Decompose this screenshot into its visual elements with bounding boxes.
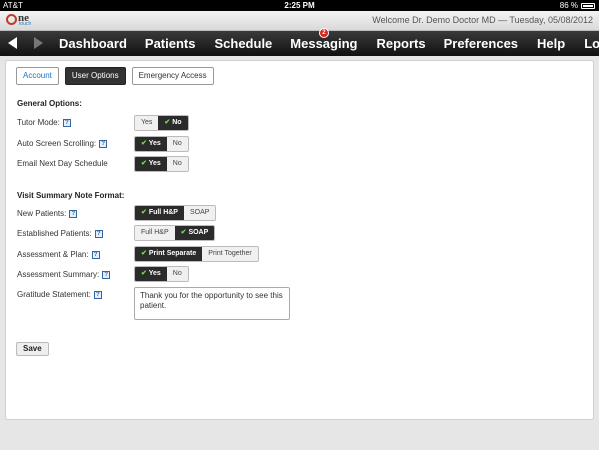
auto-scroll-yes-option[interactable]: Yes	[135, 137, 167, 151]
nav-messaging-label: Messaging	[290, 36, 358, 51]
print-separate-option[interactable]: Print Separate	[135, 247, 203, 261]
save-button[interactable]: Save	[16, 342, 49, 356]
email-no-option[interactable]: No	[166, 157, 188, 171]
nav-help[interactable]: Help	[537, 36, 565, 51]
established-patients-label: Established Patients: ?	[17, 229, 103, 238]
messaging-badge: 2	[318, 28, 329, 38]
battery-icon	[581, 2, 595, 9]
email-schedule-text: Email Next Day Schedule	[17, 159, 108, 168]
gratitude-statement-input[interactable]: Thank you for the opportunity to see thi…	[134, 287, 290, 320]
assessment-plan-text: Assessment & Plan:	[17, 250, 89, 259]
tutor-no-option[interactable]: No	[158, 116, 188, 130]
assessment-summary-text: Assessment Summary:	[17, 270, 100, 279]
nav-schedule[interactable]: Schedule	[214, 36, 272, 51]
assessment-plan-toggle: Print Separate Print Together	[134, 246, 259, 262]
gratitude-statement-text: Gratitude Statement:	[17, 290, 91, 299]
tab-emergency-access[interactable]: Emergency Access	[131, 67, 214, 85]
app-header: ne touch Welcome Dr. Demo Doctor MD — Tu…	[0, 11, 599, 31]
content-panel: Account User Options Emergency Access Ge…	[5, 60, 594, 420]
tab-account[interactable]: Account	[16, 67, 59, 85]
email-schedule-label: Email Next Day Schedule	[17, 159, 108, 168]
nav-logout[interactable]: Logout	[584, 36, 599, 51]
back-arrow-icon[interactable]	[8, 37, 17, 49]
visit-summary-title: Visit Summary Note Format:	[17, 191, 125, 200]
app-logo[interactable]: ne touch	[5, 12, 45, 30]
nav-dashboard[interactable]: Dashboard	[59, 36, 127, 51]
nav-preferences[interactable]: Preferences	[444, 36, 518, 51]
email-schedule-toggle: Yes No	[134, 156, 189, 172]
nav-patients[interactable]: Patients	[145, 36, 196, 51]
clock: 2:25 PM	[284, 1, 315, 10]
tutor-mode-label: Tutor Mode: ?	[17, 118, 71, 127]
new-patients-text: New Patients:	[17, 209, 67, 218]
new-soap-option[interactable]: SOAP	[183, 206, 216, 220]
logo-ring-icon	[6, 14, 17, 25]
help-icon[interactable]: ?	[69, 209, 78, 218]
help-icon[interactable]: ?	[94, 229, 103, 238]
established-soap-option[interactable]: SOAP	[174, 226, 215, 240]
status-bar: AT&T 2:25 PM 86 %	[0, 0, 599, 11]
nav-items: Dashboard Patients Schedule Messaging 2 …	[50, 28, 599, 56]
auto-scroll-toggle: Yes No	[134, 136, 189, 152]
new-full-hp-option[interactable]: Full H&P	[135, 206, 184, 220]
tutor-yes-option[interactable]: Yes	[135, 116, 159, 130]
established-patients-text: Established Patients:	[17, 229, 92, 238]
preference-tabs: Account User Options Emergency Access	[16, 67, 214, 85]
email-yes-option[interactable]: Yes	[135, 157, 167, 171]
assessment-plan-label: Assessment & Plan: ?	[17, 250, 100, 259]
welcome-message: Welcome Dr. Demo Doctor MD — Tuesday, 05…	[372, 15, 593, 25]
battery-indicator: 86 %	[560, 0, 595, 11]
nav-messaging[interactable]: Messaging 2	[290, 28, 358, 51]
help-icon[interactable]: ?	[91, 250, 100, 259]
help-icon[interactable]: ?	[93, 290, 102, 299]
established-full-hp-option[interactable]: Full H&P	[135, 226, 175, 240]
tutor-mode-toggle: Yes No	[134, 115, 189, 131]
auto-scroll-text: Auto Screen Scrolling:	[17, 139, 97, 148]
auto-scroll-no-option[interactable]: No	[166, 137, 188, 151]
auto-scroll-label: Auto Screen Scrolling: ?	[17, 139, 108, 148]
logo-subtext: touch	[19, 21, 32, 27]
help-icon[interactable]: ?	[62, 118, 71, 127]
battery-percent: 86 %	[559, 1, 578, 10]
general-options-title: General Options:	[17, 99, 82, 108]
assessment-summary-label: Assessment Summary: ?	[17, 270, 111, 279]
help-icon[interactable]: ?	[99, 139, 108, 148]
print-together-option[interactable]: Print Together	[202, 247, 258, 261]
main-nav: Dashboard Patients Schedule Messaging 2 …	[0, 28, 599, 56]
new-patients-toggle: Full H&P SOAP	[134, 205, 217, 221]
help-icon[interactable]: ?	[102, 270, 111, 279]
nav-reports[interactable]: Reports	[376, 36, 425, 51]
new-patients-label: New Patients: ?	[17, 209, 78, 218]
summary-yes-option[interactable]: Yes	[135, 267, 167, 281]
summary-no-option[interactable]: No	[166, 267, 188, 281]
assessment-summary-toggle: Yes No	[134, 266, 189, 282]
forward-arrow-icon[interactable]	[34, 37, 43, 49]
tab-user-options[interactable]: User Options	[64, 67, 126, 85]
established-patients-toggle: Full H&P SOAP	[134, 225, 216, 241]
gratitude-statement-label: Gratitude Statement: ?	[17, 290, 102, 299]
tutor-mode-text: Tutor Mode:	[17, 118, 60, 127]
